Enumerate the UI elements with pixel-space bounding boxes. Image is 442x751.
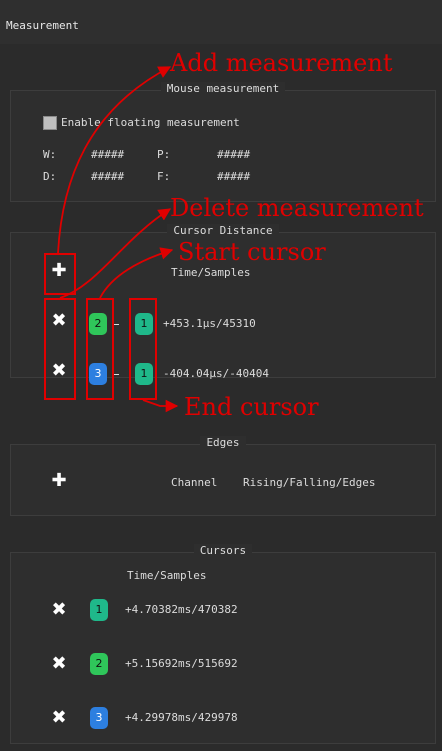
end-cursor-annotation: End cursor — [184, 393, 319, 421]
start-cursor-annotation: Start cursor — [178, 238, 326, 266]
add-measurement-annotation: Add measurement — [170, 49, 393, 77]
annotation-arrows — [57, 66, 179, 413]
delete-measurement-annotation: Delete measurement — [170, 194, 424, 222]
